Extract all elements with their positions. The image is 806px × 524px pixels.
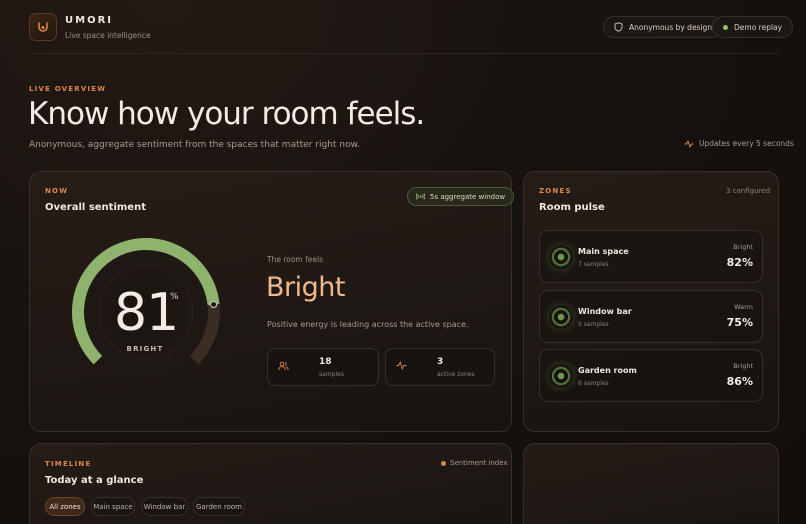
feels-label: The room feels: [267, 255, 323, 264]
live-dot-icon: [723, 24, 728, 30]
page-title: Know how your room feels.: [28, 96, 425, 132]
hero-eyebrow: LIVE OVERVIEW: [29, 85, 107, 93]
zone-name: Garden room: [578, 366, 637, 375]
aggregate-window-badge[interactable]: 5s aggregate window: [407, 187, 515, 206]
filter-all-zones[interactable]: All zones: [45, 497, 85, 516]
sentiment-score-label: BRIGHT: [126, 345, 164, 353]
logo-icon: [38, 22, 48, 32]
zone-samples: 5 samples: [578, 321, 609, 328]
demo-label: Demo replay: [734, 22, 783, 32]
zone-name: Window bar: [578, 307, 632, 316]
demo-replay-button[interactable]: Demo replay: [712, 16, 794, 38]
anonymous-badge[interactable]: Anonymous by design: [603, 16, 724, 38]
zone-item-garden-room[interactable]: Garden room 6 samples Bright 86%: [539, 349, 763, 402]
active-zones-value: 3: [437, 357, 444, 367]
legend-label: Sentiment index: [450, 459, 508, 467]
page-subtitle: Anonymous, aggregate sentiment from the …: [29, 140, 360, 150]
anonymous-label: Anonymous by design: [629, 22, 713, 32]
zone-status-icon: [549, 364, 573, 388]
pulse-icon: [396, 361, 407, 370]
legend-dot-icon: [441, 460, 446, 466]
pulse-icon: [684, 140, 694, 147]
zone-status-icon: [549, 305, 573, 329]
zones-title: Room pulse: [539, 202, 605, 213]
sentiment-title: Overall sentiment: [45, 202, 146, 213]
people-icon: [278, 361, 289, 371]
brand-logo: [29, 13, 57, 41]
feels-value: Bright: [266, 272, 345, 303]
zone-mood: Bright: [733, 243, 753, 251]
zone-name: Main space: [578, 247, 629, 256]
gauge-indicator: [210, 301, 218, 309]
timeline-title: Today at a glance: [45, 475, 144, 486]
zone-mood: Bright: [733, 362, 753, 370]
samples-stat: 18 samples: [267, 348, 379, 386]
filter-window-bar[interactable]: Window bar: [141, 497, 188, 516]
timeline-legend: Sentiment index: [441, 459, 508, 467]
brand-name: UMORI: [65, 15, 113, 26]
shield-icon: [614, 22, 623, 32]
zone-samples: 6 samples: [578, 380, 609, 387]
filter-main-space[interactable]: Main space: [91, 497, 135, 516]
zone-item-main-space[interactable]: Main space 7 samples Bright 82%: [539, 230, 763, 283]
sentiment-score-unit: %: [170, 292, 179, 302]
zone-status-icon: [549, 245, 573, 269]
zones-count: 3 configured: [726, 187, 771, 195]
zone-percent: 86%: [726, 375, 753, 388]
sentiment-score: 81: [114, 283, 179, 343]
active-zones-stat: 3 active zones: [385, 348, 495, 386]
zones-eyebrow: ZONES: [539, 187, 572, 195]
zone-percent: 75%: [726, 316, 753, 329]
update-frequency-label: Updates every 5 seconds: [699, 139, 794, 148]
secondary-card: [523, 443, 779, 524]
update-frequency: Updates every 5 seconds: [684, 139, 794, 148]
aggregate-window-label: 5s aggregate window: [430, 192, 506, 201]
samples-label: samples: [319, 371, 344, 378]
samples-value: 18: [319, 357, 332, 367]
zone-mood: Warm: [734, 303, 753, 311]
zone-item-window-bar[interactable]: Window bar 5 samples Warm 75%: [539, 290, 763, 343]
timeline-eyebrow: TIMELINE: [45, 460, 92, 468]
brand-tagline: Live space intelligence: [65, 31, 151, 40]
header-divider: [29, 53, 778, 54]
active-zones-label: active zones: [437, 371, 475, 378]
filter-garden-room[interactable]: Garden room: [193, 497, 245, 516]
feels-description: Positive energy is leading across the ac…: [267, 320, 469, 329]
zone-percent: 82%: [726, 256, 753, 269]
zone-samples: 7 samples: [578, 261, 609, 268]
broadcast-icon: [416, 193, 425, 200]
sentiment-eyebrow: NOW: [45, 187, 69, 195]
